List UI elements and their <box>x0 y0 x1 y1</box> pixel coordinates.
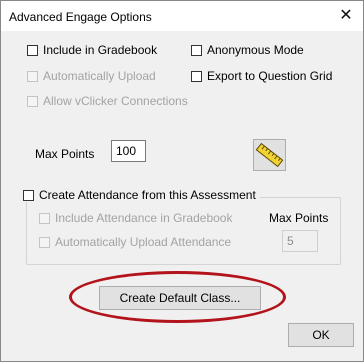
title-bar: Advanced Engage Options ✕ <box>1 1 363 31</box>
checkbox-box[interactable] <box>191 44 202 56</box>
anonymous-mode-label: Anonymous Mode <box>207 43 304 57</box>
ok-button[interactable]: OK <box>288 323 354 347</box>
advanced-engage-options-dialog: Advanced Engage Options ✕ Include in Gra… <box>0 0 364 362</box>
ruler-button[interactable] <box>253 139 286 171</box>
attendance-max-points-input: 5 <box>282 230 318 252</box>
automatically-upload-checkbox: Automatically Upload <box>27 69 156 83</box>
automatically-upload-attendance-label: Automatically Upload Attendance <box>55 235 232 249</box>
max-points-input[interactable]: 100 <box>111 140 146 162</box>
create-attendance-label: Create Attendance from this Assessment <box>39 188 256 202</box>
checkbox-box[interactable] <box>23 189 34 201</box>
attendance-max-points-label: Max Points <box>269 211 329 225</box>
max-points-label: Max Points <box>35 147 95 161</box>
close-icon[interactable]: ✕ <box>335 5 357 27</box>
anonymous-mode-checkbox[interactable]: Anonymous Mode <box>191 43 304 57</box>
create-attendance-checkbox[interactable]: Create Attendance from this Assessment <box>23 188 260 202</box>
export-to-question-grid-label: Export to Question Grid <box>207 69 333 83</box>
checkbox-box[interactable] <box>191 70 202 82</box>
automatically-upload-attendance-checkbox: Automatically Upload Attendance <box>39 235 231 249</box>
allow-vclicker-connections-label: Allow vClicker Connections <box>43 94 188 108</box>
allow-vclicker-connections-checkbox: Allow vClicker Connections <box>27 94 188 108</box>
checkbox-box <box>39 236 50 248</box>
window-title: Advanced Engage Options <box>9 10 152 24</box>
checkbox-box <box>27 95 38 107</box>
export-to-question-grid-checkbox[interactable]: Export to Question Grid <box>191 69 332 83</box>
include-in-gradebook-checkbox[interactable]: Include in Gradebook <box>27 43 157 57</box>
automatically-upload-label: Automatically Upload <box>43 69 156 83</box>
create-default-class-button[interactable]: Create Default Class... <box>99 286 261 310</box>
include-attendance-in-gradebook-checkbox: Include Attendance in Gradebook <box>39 211 232 225</box>
checkbox-box[interactable] <box>27 44 38 56</box>
checkbox-box <box>39 212 50 224</box>
include-in-gradebook-label: Include in Gradebook <box>43 43 158 57</box>
include-attendance-in-gradebook-label: Include Attendance in Gradebook <box>55 211 233 225</box>
checkbox-box <box>27 70 38 82</box>
ruler-icon <box>255 142 284 168</box>
